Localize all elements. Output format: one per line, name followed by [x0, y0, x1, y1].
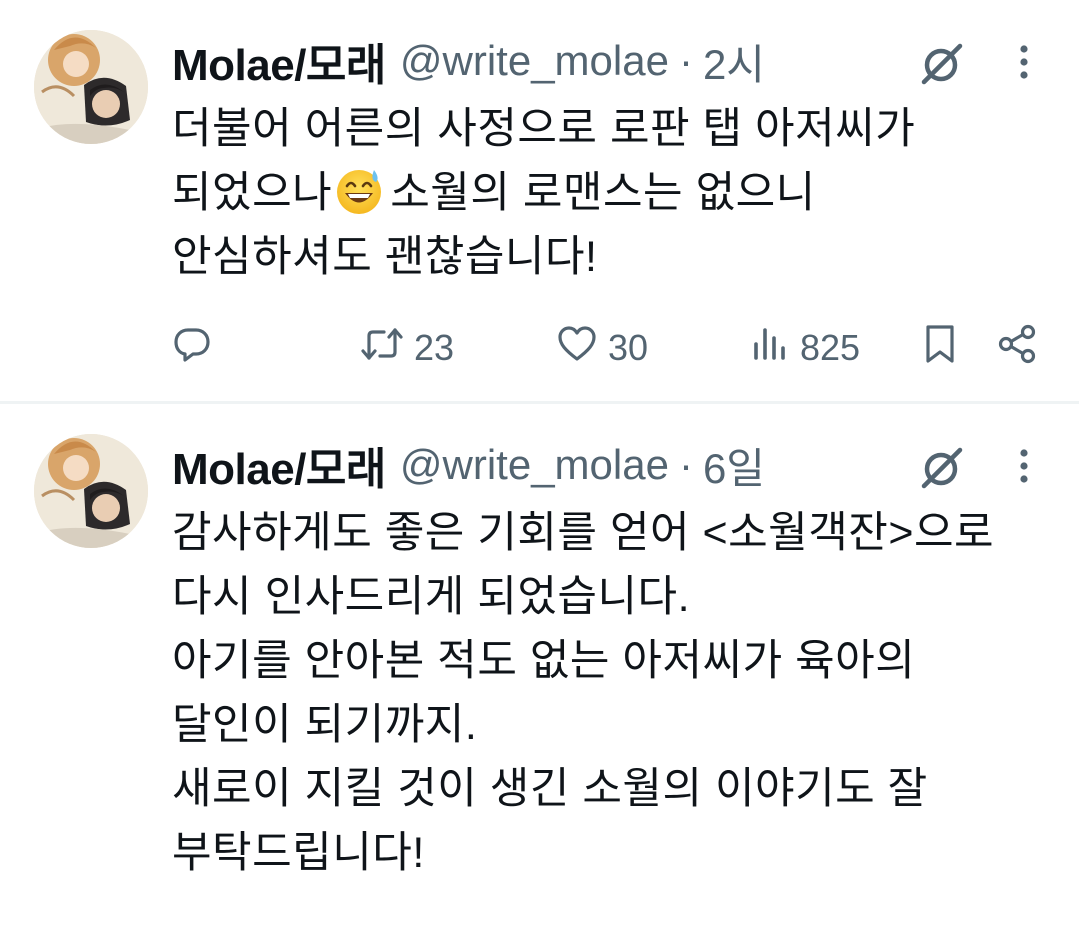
- tweet-time[interactable]: 6일: [703, 435, 765, 496]
- tweet-text-line: 안심하셔도 괜찮습니다!: [172, 233, 598, 281]
- author-handle[interactable]: @write_molae: [400, 37, 669, 85]
- tweet-text-line: 새로이 지킬 것이 생긴 소월의 이야기도 잘: [172, 765, 928, 813]
- tweet-header: Molae/모래 @write_molae · 2시: [172, 36, 765, 90]
- views-button[interactable]: 825: [750, 318, 860, 378]
- separator-dot: ·: [678, 37, 693, 84]
- tweet-text-line: 부탁드립니다!: [172, 829, 425, 877]
- heart-icon: [556, 324, 598, 373]
- retweet-count: 23: [414, 327, 455, 368]
- retweet-button[interactable]: 23: [360, 318, 454, 378]
- tweet-text-fragment: 소월의 로맨스는 없으니: [390, 169, 816, 217]
- tweet-text-line: 달인이 되기까지.: [172, 701, 478, 749]
- author-display-name[interactable]: Molae/모래: [172, 433, 386, 497]
- author-handle[interactable]: @write_molae: [400, 441, 669, 489]
- grok-icon[interactable]: [918, 444, 966, 492]
- like-count: 30: [608, 327, 649, 368]
- bookmark-icon: [920, 323, 960, 374]
- share-button[interactable]: [998, 318, 1038, 378]
- tweet[interactable]: Molae/모래 @write_molae · 2시 더불어 어른의 사정으로 …: [0, 0, 1079, 402]
- tweet-time[interactable]: 2시: [703, 31, 765, 92]
- tweet-actions: 23 30 825: [172, 318, 1052, 378]
- tweet-text-line: 더불어 어른의 사정으로 로판 탭 아저씨가: [172, 105, 916, 153]
- author-display-name[interactable]: Molae/모래: [172, 29, 386, 93]
- tweet-text-line: 감사하게도 좋은 기회를 얻어 <소월객잔>으로: [172, 509, 995, 557]
- tweet-text-fragment: 되었으나: [172, 169, 333, 217]
- tweet-text-line: 되었으나 소월의 로맨스는 없으니: [172, 161, 1052, 225]
- tweet-text: 더불어 어른의 사정으로 로판 탭 아저씨가 되었으나 소월의 로맨스는 없으니: [172, 97, 1052, 289]
- bookmark-button[interactable]: [920, 318, 960, 378]
- tweet-text-line: 아기를 안아본 적도 없는 아저씨가 육아의: [172, 637, 916, 685]
- reply-button[interactable]: [172, 318, 222, 378]
- tweet-text: 감사하게도 좋은 기회를 얻어 <소월객잔>으로 다시 인사드리게 되었습니다.…: [172, 501, 1052, 885]
- retweet-icon: [360, 324, 404, 373]
- more-dots-icon[interactable]: [1006, 40, 1042, 88]
- share-icon: [998, 324, 1038, 373]
- tweet-header: Molae/모래 @write_molae · 6일: [172, 440, 765, 494]
- reply-icon: [172, 324, 212, 373]
- tweet-text-line: 다시 인사드리게 되었습니다.: [172, 573, 691, 621]
- views-chart-icon: [750, 324, 790, 373]
- like-button[interactable]: 30: [556, 318, 648, 378]
- separator-dot: ·: [678, 441, 693, 488]
- views-count: 825: [800, 327, 861, 368]
- avatar[interactable]: [34, 434, 148, 548]
- grok-icon[interactable]: [918, 40, 966, 88]
- tweet[interactable]: Molae/모래 @write_molae · 6일 감사하게도 좋은 기회를 …: [0, 404, 1079, 939]
- avatar[interactable]: [34, 30, 148, 144]
- grinning-sweat-emoji: [334, 166, 384, 216]
- more-dots-icon[interactable]: [1006, 444, 1042, 492]
